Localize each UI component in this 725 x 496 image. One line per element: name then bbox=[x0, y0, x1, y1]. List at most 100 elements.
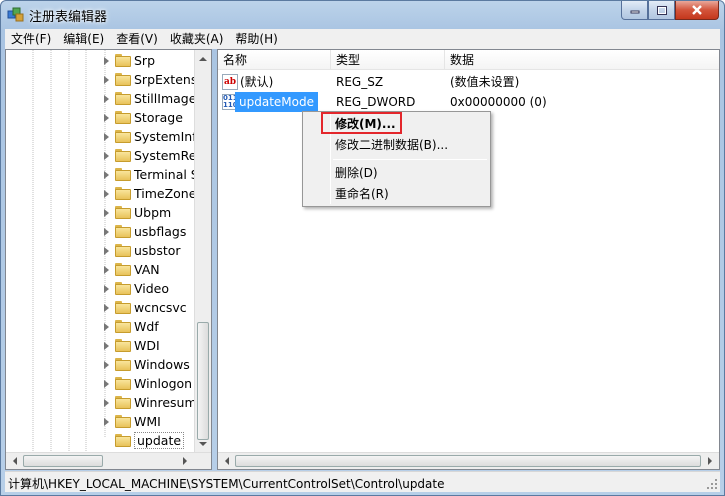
expand-arrow-icon[interactable] bbox=[102, 417, 112, 427]
value-data: 0x00000000 (0) bbox=[450, 95, 547, 109]
tree-item[interactable]: Wdf bbox=[102, 317, 159, 336]
expand-arrow-icon[interactable] bbox=[102, 189, 112, 199]
menu-file[interactable]: 文件(F) bbox=[5, 29, 57, 49]
list-row[interactable]: ab (默认) REG_SZ (数值未设置) bbox=[218, 72, 719, 92]
tree-item[interactable]: SystemInfo bbox=[102, 127, 204, 146]
column-header-name[interactable]: 名称 bbox=[218, 50, 331, 70]
minimize-button[interactable] bbox=[621, 1, 648, 20]
list-horizontal-scrollbar[interactable] bbox=[218, 452, 719, 469]
window-title: 注册表编辑器 bbox=[29, 10, 108, 25]
expand-arrow-icon[interactable] bbox=[102, 246, 112, 256]
tree-item-selected[interactable]: update bbox=[115, 431, 185, 450]
scroll-left-icon[interactable] bbox=[8, 453, 22, 469]
tree-vertical-scrollbar[interactable] bbox=[194, 50, 211, 453]
tree-item[interactable]: wcncsvc bbox=[102, 298, 187, 317]
tree-item[interactable]: VAN bbox=[102, 260, 160, 279]
folder-icon bbox=[115, 339, 131, 352]
folder-icon bbox=[115, 320, 131, 333]
expand-arrow-icon[interactable] bbox=[102, 170, 112, 180]
expand-arrow-icon[interactable] bbox=[102, 265, 112, 275]
folder-icon bbox=[115, 377, 131, 390]
expand-arrow-icon[interactable] bbox=[102, 208, 112, 218]
list-row-selected[interactable]: 011 110 updateMode REG_DWORD 0x00000000 (… bbox=[218, 92, 719, 112]
value-data: (数值未设置) bbox=[450, 75, 520, 89]
tree-item[interactable]: Winlogon bbox=[102, 374, 192, 393]
regedit-app-icon bbox=[7, 7, 24, 22]
menu-help[interactable]: 帮助(H) bbox=[229, 29, 283, 49]
tree-item[interactable]: Video bbox=[102, 279, 169, 298]
tree-item[interactable]: TimeZoneIn bbox=[102, 184, 208, 203]
expand-arrow-icon[interactable] bbox=[102, 360, 112, 370]
scroll-right-icon[interactable] bbox=[703, 453, 717, 469]
expand-arrow-icon[interactable] bbox=[102, 322, 112, 332]
expand-arrow-icon[interactable] bbox=[102, 151, 112, 161]
scroll-thumb[interactable] bbox=[197, 322, 209, 440]
expand-arrow-icon[interactable] bbox=[102, 227, 112, 237]
folder-icon bbox=[115, 149, 131, 162]
expand-arrow-icon[interactable] bbox=[102, 341, 112, 351]
tree-item[interactable]: Ubpm bbox=[102, 203, 171, 222]
tree-item[interactable]: StillImage bbox=[102, 89, 196, 108]
menu-favorites[interactable]: 收藏夹(A) bbox=[164, 29, 230, 49]
menu-item-delete[interactable]: 删除(D) bbox=[335, 163, 378, 183]
tree-item[interactable]: WDI bbox=[102, 336, 160, 355]
folder-icon bbox=[115, 225, 131, 238]
title-bar: 注册表编辑器 bbox=[1, 1, 724, 29]
folder-icon bbox=[115, 73, 131, 86]
tree-item[interactable]: Srp bbox=[102, 51, 155, 70]
tree-item-label: StillImage bbox=[134, 91, 197, 106]
resize-grip-icon[interactable] bbox=[706, 478, 718, 490]
expand-arrow-icon[interactable] bbox=[102, 113, 112, 123]
tree-item-label: Winlogon bbox=[134, 376, 193, 391]
tree-item[interactable]: WMI bbox=[102, 412, 161, 431]
folder-icon bbox=[115, 396, 131, 409]
tree-guide-lines bbox=[32, 50, 106, 453]
maximize-icon bbox=[656, 5, 667, 15]
folder-icon bbox=[115, 111, 131, 124]
caption-buttons bbox=[621, 1, 719, 20]
tree-item-label: WMI bbox=[134, 414, 161, 429]
value-type: REG_DWORD bbox=[336, 95, 416, 109]
menu-item-modify-binary[interactable]: 修改二进制数据(B)... bbox=[335, 135, 448, 155]
menu-view[interactable]: 查看(V) bbox=[110, 29, 164, 49]
expand-arrow-icon[interactable] bbox=[102, 398, 112, 408]
maximize-button[interactable] bbox=[648, 1, 675, 20]
scroll-left-icon[interactable] bbox=[220, 453, 234, 469]
tree-horizontal-scrollbar[interactable] bbox=[6, 452, 211, 469]
close-button[interactable] bbox=[675, 1, 719, 20]
folder-icon bbox=[115, 92, 131, 105]
scroll-thumb[interactable] bbox=[235, 455, 701, 467]
menu-item-rename[interactable]: 重命名(R) bbox=[335, 184, 389, 204]
annotation-highlight-box bbox=[321, 112, 402, 134]
tree-item[interactable]: usbstor bbox=[102, 241, 181, 260]
scroll-thumb[interactable] bbox=[23, 455, 103, 467]
expand-arrow-icon[interactable] bbox=[102, 132, 112, 142]
expand-arrow-icon[interactable] bbox=[102, 56, 112, 66]
expand-arrow-icon[interactable] bbox=[102, 284, 112, 294]
tree-item[interactable]: Terminal Se bbox=[102, 165, 206, 184]
expand-arrow-icon[interactable] bbox=[102, 75, 112, 85]
menu-edit[interactable]: 编辑(E) bbox=[57, 29, 110, 49]
tree-item[interactable]: Storage bbox=[102, 108, 183, 127]
expand-arrow-icon[interactable] bbox=[102, 94, 112, 104]
tree-item[interactable]: Winresume bbox=[102, 393, 204, 412]
scroll-up-icon[interactable] bbox=[195, 52, 211, 66]
key-tree-pane[interactable]: Srp SrpExtensio StillImage Storage Syste… bbox=[5, 49, 212, 470]
column-header-type[interactable]: 类型 bbox=[331, 50, 445, 70]
tree-item-label: WDI bbox=[134, 338, 160, 353]
folder-icon bbox=[115, 434, 131, 447]
tree-item-label: Srp bbox=[134, 53, 156, 68]
expand-arrow-icon[interactable] bbox=[102, 379, 112, 389]
string-value-icon: ab bbox=[222, 74, 238, 90]
tree-item-label: Windows bbox=[134, 357, 190, 372]
tree-item-label: update bbox=[134, 432, 185, 449]
column-header-data[interactable]: 数据 bbox=[445, 50, 719, 70]
tree-item[interactable]: SrpExtensio bbox=[102, 70, 208, 89]
scroll-down-icon[interactable] bbox=[195, 437, 211, 451]
scroll-right-icon[interactable] bbox=[178, 453, 192, 469]
tree-item[interactable]: Windows bbox=[102, 355, 190, 374]
tree-item[interactable]: usbflags bbox=[102, 222, 186, 241]
expand-arrow-icon[interactable] bbox=[102, 303, 112, 313]
tree-item-label: Storage bbox=[134, 110, 183, 125]
folder-icon bbox=[115, 301, 131, 314]
